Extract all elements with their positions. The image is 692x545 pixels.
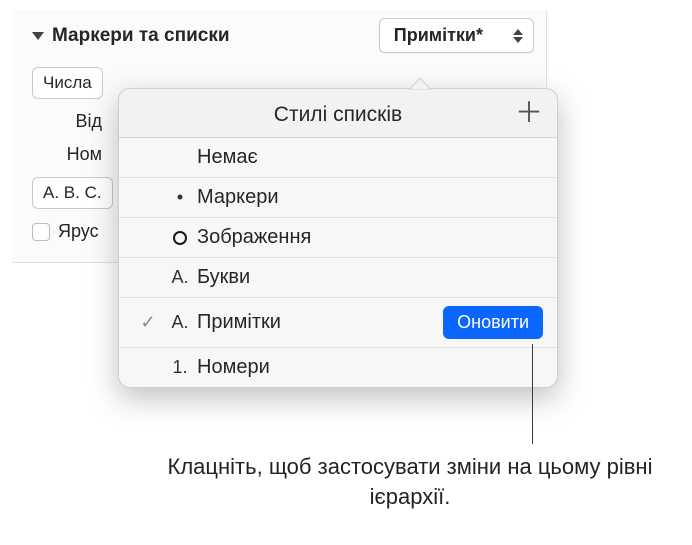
popover-title: Стилі списків	[274, 103, 402, 126]
popover-header: Стилі списків ＋	[119, 89, 557, 138]
number-label: Ном	[32, 144, 102, 165]
bullet-icon: •	[163, 187, 197, 208]
style-label: Зображення	[197, 226, 543, 249]
style-label: Немає	[197, 146, 543, 169]
list-item[interactable]: Зображення	[119, 218, 557, 258]
list-style-dropdown[interactable]: Примітки*	[379, 18, 534, 53]
style-label: Примітки	[197, 311, 443, 334]
style-label: Букви	[197, 266, 543, 289]
style-label: Маркери	[197, 186, 543, 209]
section-header: Маркери та списки Примітки*	[32, 18, 534, 53]
number-marker-icon: 1.	[163, 357, 197, 378]
letter-marker-icon: A.	[163, 267, 197, 288]
list-styles-popover: Стилі списків ＋ Немає • Маркери Зображен…	[118, 88, 558, 388]
list-item[interactable]: 1. Номери	[119, 348, 557, 387]
letter-marker-icon: A.	[163, 312, 197, 333]
list-style-value: Примітки*	[394, 25, 483, 46]
list-item-selected[interactable]: ✓ A. Примітки Оновити	[119, 298, 557, 348]
chevron-updown-icon	[513, 29, 523, 43]
add-style-button[interactable]: ＋	[515, 99, 543, 127]
list-item[interactable]: Немає	[119, 138, 557, 178]
checkmark-icon: ✓	[133, 312, 163, 333]
indent-label: Від	[32, 111, 102, 132]
style-label: Номери	[197, 356, 543, 379]
callout-line	[532, 344, 533, 444]
tier-checkbox[interactable]	[32, 223, 50, 241]
format-control[interactable]: A. B. C.	[32, 177, 113, 209]
list-item[interactable]: A. Букви	[119, 258, 557, 298]
section-title: Маркери та списки	[52, 25, 230, 47]
update-button[interactable]: Оновити	[443, 306, 543, 339]
numbers-control[interactable]: Числа	[32, 67, 103, 99]
list-item[interactable]: • Маркери	[119, 178, 557, 218]
tier-label: Ярус	[58, 221, 99, 242]
style-list: Немає • Маркери Зображення A. Букви ✓ A.…	[119, 138, 557, 387]
image-bullet-icon	[163, 231, 197, 245]
disclosure-triangle-icon[interactable]	[32, 32, 44, 40]
caption-text: Клацніть, щоб застосувати зміни на цьому…	[150, 452, 670, 511]
